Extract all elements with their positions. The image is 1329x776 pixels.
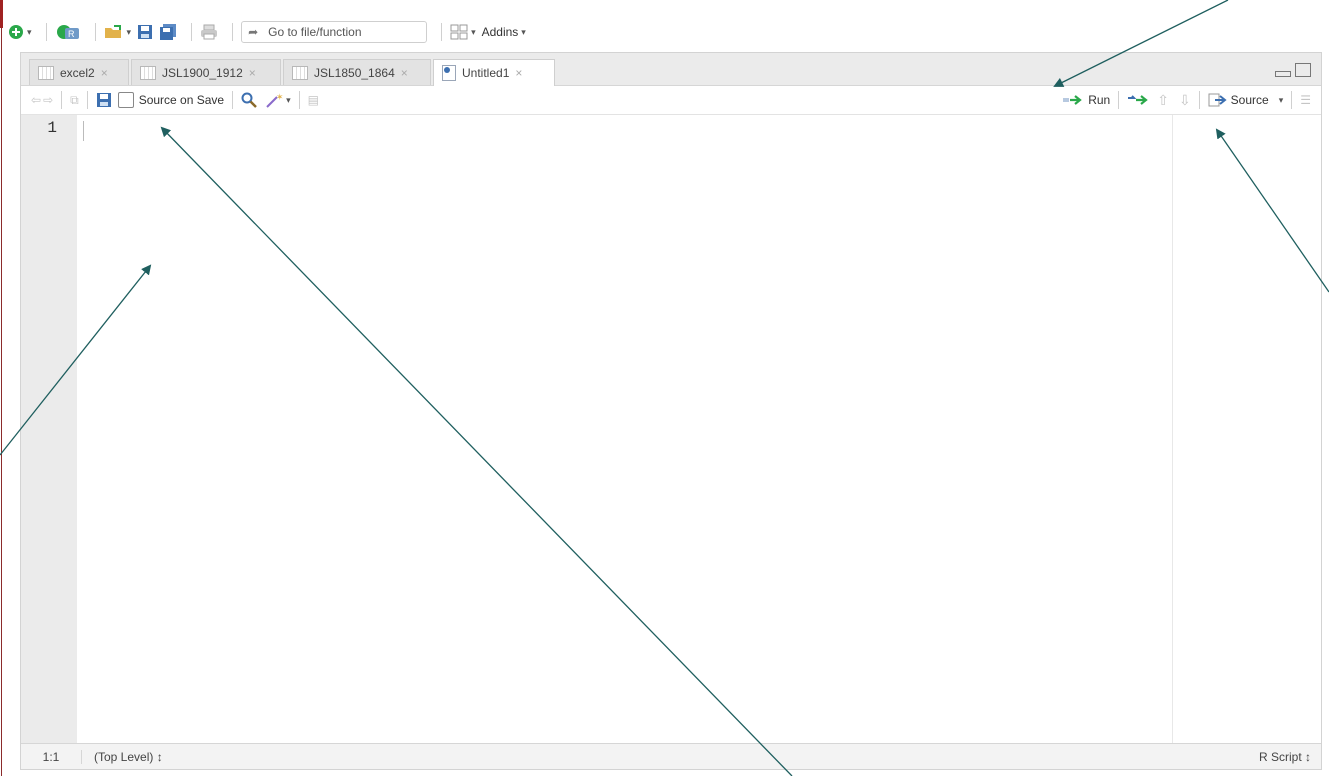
line-number: 1 bbox=[47, 119, 57, 137]
toolbar-divider bbox=[232, 23, 234, 41]
save-all-button[interactable] bbox=[159, 24, 177, 40]
addins-menu[interactable]: Addins ▾ bbox=[482, 25, 526, 39]
editor-tab-bar: excel2 × JSL1900_1912 × JSL1850_1864 × U… bbox=[21, 53, 1321, 86]
show-in-window-icon[interactable]: ⧉ bbox=[70, 93, 79, 108]
toolbar-divider bbox=[191, 23, 193, 41]
tab-label: JSL1900_1912 bbox=[162, 65, 243, 80]
editor-status-bar: 1:1 (Top Level) ↕ R Script ↕ bbox=[21, 743, 1321, 769]
run-arrow-icon bbox=[1063, 95, 1082, 105]
source-editor-panel: excel2 × JSL1900_1912 × JSL1850_1864 × U… bbox=[20, 52, 1322, 770]
chevron-down-icon: ▾ bbox=[27, 26, 32, 37]
close-icon[interactable]: × bbox=[101, 66, 108, 80]
chevron-down-icon[interactable]: ▾ bbox=[1279, 95, 1284, 106]
tab-label: JSL1850_1864 bbox=[314, 65, 395, 80]
toolbar-divider bbox=[61, 91, 63, 109]
source-icon bbox=[1208, 93, 1227, 107]
toolbar-divider bbox=[232, 91, 234, 109]
arrow-up-icon[interactable]: ⇧ bbox=[1157, 92, 1169, 109]
table-icon bbox=[292, 65, 308, 80]
toolbar-divider bbox=[45, 23, 47, 41]
window-edge-line bbox=[1, 28, 2, 776]
close-icon[interactable]: × bbox=[401, 66, 408, 80]
text-cursor bbox=[83, 121, 84, 141]
grid-layout-icon bbox=[450, 24, 468, 40]
tab-jsl1850-1864[interactable]: JSL1850_1864 × bbox=[283, 59, 431, 85]
toolbar-divider bbox=[298, 91, 300, 109]
tab-excel2[interactable]: excel2 × bbox=[29, 59, 129, 85]
source-button[interactable]: Source bbox=[1208, 93, 1269, 107]
goto-arrow-icon: ➦ bbox=[248, 25, 259, 39]
arrow-down-icon[interactable]: ⇩ bbox=[1179, 92, 1191, 109]
source-on-save-label: Source on Save bbox=[138, 93, 225, 107]
tab-label: Untitled1 bbox=[462, 66, 510, 80]
save-button[interactable] bbox=[137, 24, 153, 40]
folder-open-icon bbox=[104, 25, 121, 38]
back-arrow-icon[interactable]: ⇦ bbox=[31, 93, 41, 107]
cursor-position: 1:1 bbox=[21, 749, 82, 764]
addins-label: Addins bbox=[481, 25, 519, 39]
table-icon bbox=[140, 65, 156, 80]
main-toolbar: ▾ R ▾ ➦ Go to file/function ▾ Addins ▾ bbox=[8, 12, 1329, 52]
source-on-save-checkbox[interactable] bbox=[117, 92, 134, 108]
toolbar-divider bbox=[1118, 91, 1120, 109]
chevron-down-icon: ▾ bbox=[521, 26, 526, 37]
toolbar-divider bbox=[86, 91, 88, 109]
toolbar-divider bbox=[94, 23, 96, 41]
chevron-down-icon[interactable]: ▾ bbox=[286, 95, 291, 106]
pane-window-controls bbox=[1275, 63, 1311, 77]
new-file-button[interactable]: ▾ bbox=[8, 24, 32, 40]
search-icon[interactable] bbox=[241, 92, 257, 108]
editor-toolbar: ⇦ ⇨ ⧉ Source on Save ✶ ▾ ▤ Run ⇧ ⇩ Sourc… bbox=[21, 86, 1321, 115]
new-file-icon bbox=[9, 25, 23, 39]
rerun-icon[interactable] bbox=[1127, 94, 1149, 106]
tab-untitled1[interactable]: Untitled1 × bbox=[433, 59, 555, 86]
file-type-selector[interactable]: R Script ↕ bbox=[1259, 750, 1321, 764]
print-icon bbox=[201, 24, 218, 40]
save-all-icon bbox=[160, 24, 177, 40]
chevron-down-icon: ▾ bbox=[126, 26, 132, 37]
goto-file-function-input[interactable]: ➦ Go to file/function bbox=[241, 21, 428, 43]
run-button[interactable]: Run bbox=[1062, 93, 1110, 107]
open-file-button[interactable]: ▾ bbox=[104, 24, 132, 40]
tab-label: excel2 bbox=[60, 65, 95, 80]
tab-jsl1900-1912[interactable]: JSL1900_1912 × bbox=[131, 59, 281, 85]
window-edge-top bbox=[0, 0, 3, 28]
close-icon[interactable]: × bbox=[249, 66, 256, 80]
save-icon bbox=[138, 25, 153, 39]
print-margin-line bbox=[1172, 115, 1173, 743]
line-number-gutter: 1 bbox=[21, 115, 77, 743]
toolbar-divider bbox=[1291, 91, 1293, 109]
new-project-button[interactable]: R bbox=[55, 23, 81, 41]
workspace-panes-button[interactable]: ▾ bbox=[450, 24, 476, 40]
r-project-icon: R bbox=[56, 25, 79, 39]
goto-placeholder: Go to file/function bbox=[268, 25, 362, 39]
run-label: Run bbox=[1088, 93, 1111, 107]
forward-arrow-icon[interactable]: ⇨ bbox=[43, 93, 53, 107]
table-icon bbox=[38, 65, 54, 80]
close-icon[interactable]: × bbox=[515, 66, 522, 80]
document-outline-icon[interactable]: ▤ bbox=[308, 93, 319, 107]
code-editor[interactable] bbox=[77, 115, 1172, 743]
svg-text:R: R bbox=[68, 29, 75, 39]
svg-text:✶: ✶ bbox=[276, 93, 283, 103]
minimize-pane-button[interactable] bbox=[1275, 71, 1291, 77]
toolbar-divider bbox=[441, 23, 443, 41]
window-edge bbox=[0, 0, 3, 776]
chevron-down-icon: ▾ bbox=[471, 26, 476, 37]
save-icon[interactable] bbox=[96, 92, 112, 108]
r-script-icon bbox=[442, 65, 456, 81]
align-lines-icon[interactable]: ☰ bbox=[1300, 93, 1311, 107]
source-label: Source bbox=[1230, 93, 1269, 107]
print-button[interactable] bbox=[200, 24, 218, 40]
magic-wand-icon[interactable]: ✶ bbox=[265, 92, 283, 108]
maximize-pane-button[interactable] bbox=[1295, 63, 1311, 77]
toolbar-divider bbox=[1198, 91, 1200, 109]
scope-selector[interactable]: (Top Level) ↕ bbox=[82, 750, 163, 764]
